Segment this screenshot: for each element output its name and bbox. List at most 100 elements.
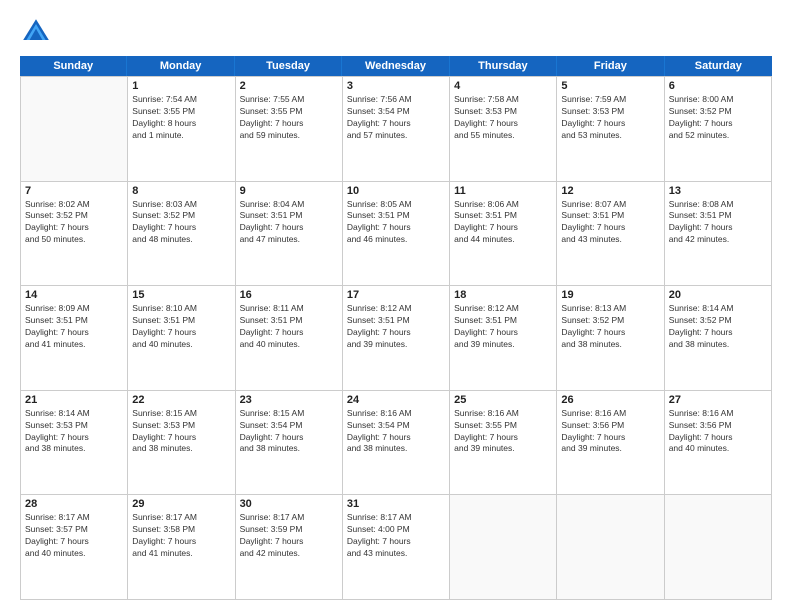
header bbox=[20, 16, 772, 48]
day-number: 31 bbox=[347, 498, 445, 510]
day-info: Sunrise: 8:15 AM Sunset: 3:53 PM Dayligh… bbox=[132, 408, 230, 456]
cal-cell: 4 Sunrise: 7:58 AM Sunset: 3:53 PM Daylig… bbox=[450, 77, 557, 182]
logo bbox=[20, 16, 58, 48]
day-number: 16 bbox=[240, 289, 338, 301]
day-number: 15 bbox=[132, 289, 230, 301]
day-info: Sunrise: 8:10 AM Sunset: 3:51 PM Dayligh… bbox=[132, 303, 230, 351]
day-number: 24 bbox=[347, 394, 445, 406]
cal-cell: 30 Sunrise: 8:17 AM Sunset: 3:59 PM Dayli… bbox=[236, 495, 343, 600]
cal-cell: 11Sunrise: 8:06 AM Sunset: 3:51 PM Dayli… bbox=[450, 182, 557, 287]
day-number: 4 bbox=[454, 80, 552, 92]
day-number: 27 bbox=[669, 394, 767, 406]
day-number: 6 bbox=[669, 80, 767, 92]
day-number: 5 bbox=[561, 80, 659, 92]
day-info: Sunrise: 8:17 AM Sunset: 3:57 PM Dayligh… bbox=[25, 512, 123, 560]
cal-cell: 24 Sunrise: 8:16 AM Sunset: 3:54 PM Dayli… bbox=[343, 391, 450, 496]
day-number: 2 bbox=[240, 80, 338, 92]
day-number: 30 bbox=[240, 498, 338, 510]
weekday-header-thursday: Thursday bbox=[450, 56, 557, 76]
day-info: Sunrise: 8:15 AM Sunset: 3:54 PM Dayligh… bbox=[240, 408, 338, 456]
day-number: 10 bbox=[347, 185, 445, 197]
cal-cell: 27 Sunrise: 8:16 AM Sunset: 3:56 PM Dayli… bbox=[665, 391, 772, 496]
day-info: Sunrise: 7:59 AM Sunset: 3:53 PM Dayligh… bbox=[561, 94, 659, 142]
cal-cell: 23 Sunrise: 8:15 AM Sunset: 3:54 PM Dayli… bbox=[236, 391, 343, 496]
cal-cell: 18 Sunrise: 8:12 AM Sunset: 3:51 PM Dayli… bbox=[450, 286, 557, 391]
day-info: Sunrise: 7:58 AM Sunset: 3:53 PM Dayligh… bbox=[454, 94, 552, 142]
day-number: 28 bbox=[25, 498, 123, 510]
day-info: Sunrise: 8:06 AM Sunset: 3:51 PM Dayligh… bbox=[454, 199, 552, 247]
cal-cell: 31 Sunrise: 8:17 AM Sunset: 4:00 PM Dayli… bbox=[343, 495, 450, 600]
day-info: Sunrise: 8:16 AM Sunset: 3:56 PM Dayligh… bbox=[561, 408, 659, 456]
cal-cell: 21Sunrise: 8:14 AM Sunset: 3:53 PM Dayli… bbox=[21, 391, 128, 496]
cal-cell: 6 Sunrise: 8:00 AM Sunset: 3:52 PM Daylig… bbox=[665, 77, 772, 182]
cal-cell: 3Sunrise: 7:56 AM Sunset: 3:54 PM Daylig… bbox=[343, 77, 450, 182]
day-number: 18 bbox=[454, 289, 552, 301]
logo-icon bbox=[20, 16, 52, 48]
cal-cell: 5 Sunrise: 7:59 AM Sunset: 3:53 PM Daylig… bbox=[557, 77, 664, 182]
cal-cell: 25 Sunrise: 8:16 AM Sunset: 3:55 PM Dayli… bbox=[450, 391, 557, 496]
day-info: Sunrise: 8:12 AM Sunset: 3:51 PM Dayligh… bbox=[347, 303, 445, 351]
day-info: Sunrise: 8:13 AM Sunset: 3:52 PM Dayligh… bbox=[561, 303, 659, 351]
day-info: Sunrise: 8:14 AM Sunset: 3:52 PM Dayligh… bbox=[669, 303, 767, 351]
day-info: Sunrise: 8:14 AM Sunset: 3:53 PM Dayligh… bbox=[25, 408, 123, 456]
day-info: Sunrise: 7:54 AM Sunset: 3:55 PM Dayligh… bbox=[132, 94, 230, 142]
day-number: 20 bbox=[669, 289, 767, 301]
weekday-header-tuesday: Tuesday bbox=[235, 56, 342, 76]
day-info: Sunrise: 7:55 AM Sunset: 3:55 PM Dayligh… bbox=[240, 94, 338, 142]
calendar-body: 1 Sunrise: 7:54 AM Sunset: 3:55 PM Daylig… bbox=[20, 76, 772, 600]
cal-cell: 7 Sunrise: 8:02 AM Sunset: 3:52 PM Daylig… bbox=[21, 182, 128, 287]
cal-cell bbox=[450, 495, 557, 600]
day-number: 22 bbox=[132, 394, 230, 406]
cal-cell: 28 Sunrise: 8:17 AM Sunset: 3:57 PM Dayli… bbox=[21, 495, 128, 600]
day-info: Sunrise: 8:05 AM Sunset: 3:51 PM Dayligh… bbox=[347, 199, 445, 247]
cal-cell: 29 Sunrise: 8:17 AM Sunset: 3:58 PM Dayli… bbox=[128, 495, 235, 600]
day-info: Sunrise: 8:09 AM Sunset: 3:51 PM Dayligh… bbox=[25, 303, 123, 351]
day-info: Sunrise: 8:07 AM Sunset: 3:51 PM Dayligh… bbox=[561, 199, 659, 247]
cal-cell bbox=[557, 495, 664, 600]
day-number: 19 bbox=[561, 289, 659, 301]
day-number: 26 bbox=[561, 394, 659, 406]
day-info: Sunrise: 7:56 AM Sunset: 3:54 PM Dayligh… bbox=[347, 94, 445, 142]
day-info: Sunrise: 8:16 AM Sunset: 3:56 PM Dayligh… bbox=[669, 408, 767, 456]
day-info: Sunrise: 8:17 AM Sunset: 3:58 PM Dayligh… bbox=[132, 512, 230, 560]
day-number: 14 bbox=[25, 289, 123, 301]
calendar-header: SundayMondayTuesdayWednesdayThursdayFrid… bbox=[20, 56, 772, 76]
day-info: Sunrise: 8:16 AM Sunset: 3:54 PM Dayligh… bbox=[347, 408, 445, 456]
cal-cell: 16Sunrise: 8:11 AM Sunset: 3:51 PM Dayli… bbox=[236, 286, 343, 391]
weekday-header-friday: Friday bbox=[557, 56, 664, 76]
cal-cell: 22 Sunrise: 8:15 AM Sunset: 3:53 PM Dayli… bbox=[128, 391, 235, 496]
cal-cell: 17 Sunrise: 8:12 AM Sunset: 3:51 PM Dayli… bbox=[343, 286, 450, 391]
day-info: Sunrise: 8:04 AM Sunset: 3:51 PM Dayligh… bbox=[240, 199, 338, 247]
day-info: Sunrise: 8:03 AM Sunset: 3:52 PM Dayligh… bbox=[132, 199, 230, 247]
day-number: 8 bbox=[132, 185, 230, 197]
cal-cell: 1 Sunrise: 7:54 AM Sunset: 3:55 PM Daylig… bbox=[128, 77, 235, 182]
day-number: 13 bbox=[669, 185, 767, 197]
cal-cell: 15 Sunrise: 8:10 AM Sunset: 3:51 PM Dayli… bbox=[128, 286, 235, 391]
cal-cell: 13 Sunrise: 8:08 AM Sunset: 3:51 PM Dayli… bbox=[665, 182, 772, 287]
day-info: Sunrise: 8:08 AM Sunset: 3:51 PM Dayligh… bbox=[669, 199, 767, 247]
weekday-header-saturday: Saturday bbox=[665, 56, 772, 76]
day-info: Sunrise: 8:16 AM Sunset: 3:55 PM Dayligh… bbox=[454, 408, 552, 456]
day-number: 17 bbox=[347, 289, 445, 301]
day-number: 25 bbox=[454, 394, 552, 406]
day-info: Sunrise: 8:00 AM Sunset: 3:52 PM Dayligh… bbox=[669, 94, 767, 142]
calendar: SundayMondayTuesdayWednesdayThursdayFrid… bbox=[20, 56, 772, 600]
weekday-header-sunday: Sunday bbox=[20, 56, 127, 76]
day-number: 23 bbox=[240, 394, 338, 406]
cal-cell: 19 Sunrise: 8:13 AM Sunset: 3:52 PM Dayli… bbox=[557, 286, 664, 391]
cal-cell: 12 Sunrise: 8:07 AM Sunset: 3:51 PM Dayli… bbox=[557, 182, 664, 287]
cal-cell: 26 Sunrise: 8:16 AM Sunset: 3:56 PM Dayli… bbox=[557, 391, 664, 496]
day-number: 12 bbox=[561, 185, 659, 197]
day-info: Sunrise: 8:17 AM Sunset: 3:59 PM Dayligh… bbox=[240, 512, 338, 560]
day-number: 1 bbox=[132, 80, 230, 92]
cal-cell: 2 Sunrise: 7:55 AM Sunset: 3:55 PM Daylig… bbox=[236, 77, 343, 182]
day-info: Sunrise: 8:02 AM Sunset: 3:52 PM Dayligh… bbox=[25, 199, 123, 247]
day-number: 29 bbox=[132, 498, 230, 510]
cal-cell bbox=[21, 77, 128, 182]
day-info: Sunrise: 8:12 AM Sunset: 3:51 PM Dayligh… bbox=[454, 303, 552, 351]
day-number: 7 bbox=[25, 185, 123, 197]
day-info: Sunrise: 8:17 AM Sunset: 4:00 PM Dayligh… bbox=[347, 512, 445, 560]
cal-cell: 14 Sunrise: 8:09 AM Sunset: 3:51 PM Dayli… bbox=[21, 286, 128, 391]
cal-cell: 10 Sunrise: 8:05 AM Sunset: 3:51 PM Dayli… bbox=[343, 182, 450, 287]
page: SundayMondayTuesdayWednesdayThursdayFrid… bbox=[0, 0, 792, 612]
